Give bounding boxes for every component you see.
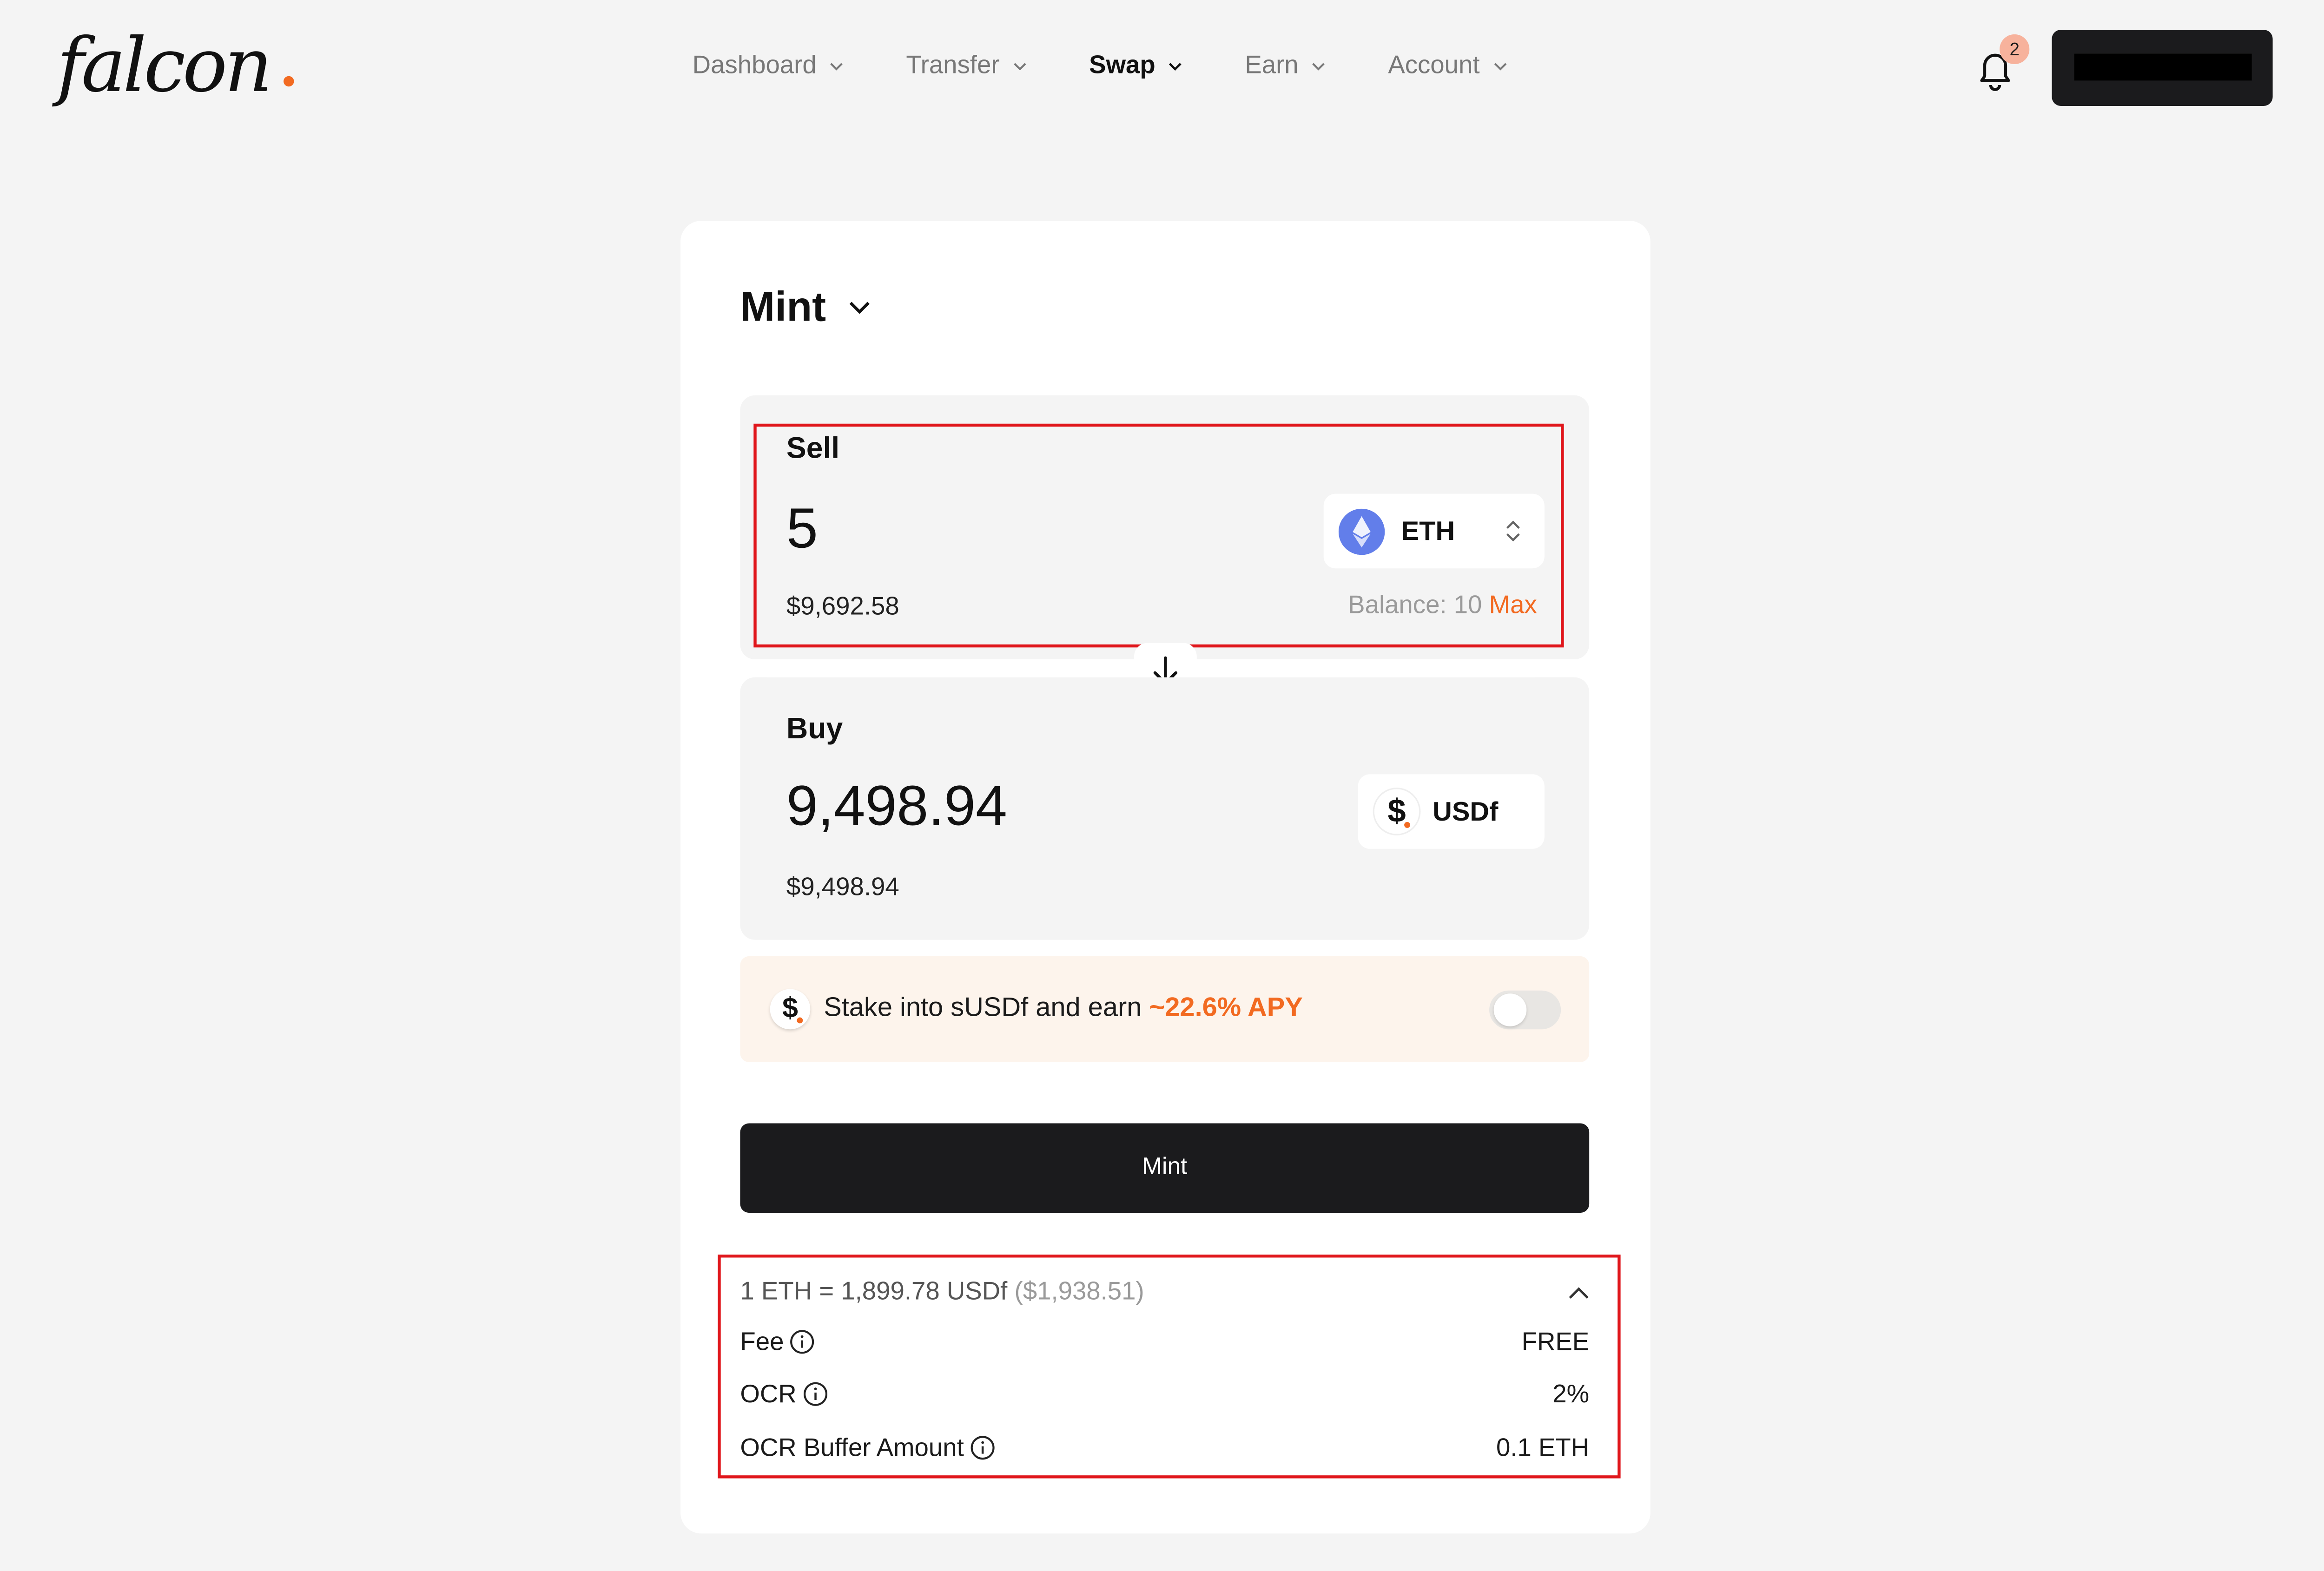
- buy-token-name: USDf: [1433, 796, 1499, 827]
- stake-apy: ~22.6% APY: [1149, 992, 1303, 1022]
- buy-token-selector[interactable]: $ USDf: [1358, 774, 1545, 849]
- details-highlight-box: [718, 1255, 1621, 1479]
- nav-item-dashboard[interactable]: Dashboard: [693, 51, 845, 80]
- buy-amount: 9,498.94: [786, 776, 1007, 839]
- mode-title: Mint: [740, 283, 826, 330]
- chevron-down-icon: [1312, 62, 1325, 70]
- chevron-down-icon: [1169, 62, 1182, 70]
- stake-text: Stake into sUSDf and earn ~22.6% APY: [824, 992, 1303, 1023]
- nav-item-label: Account: [1388, 51, 1480, 79]
- nav-item-earn[interactable]: Earn: [1245, 51, 1327, 80]
- buy-label: Buy: [786, 713, 843, 746]
- susdf-icon: $: [770, 989, 811, 1030]
- wallet-address-redacted: [2074, 53, 2252, 81]
- notification-badge: 2: [2000, 34, 2030, 65]
- buy-usd-value: $9,498.94: [786, 873, 899, 901]
- chevron-down-icon: [1493, 62, 1506, 70]
- falcon-logo[interactable]: falcon: [57, 12, 272, 119]
- sell-highlight-box: [753, 423, 1564, 648]
- chevron-down-icon: [1013, 62, 1026, 70]
- stake-label: Stake into sUSDf and earn: [824, 992, 1142, 1022]
- nav-item-label: Earn: [1245, 51, 1299, 79]
- nav-item-transfer[interactable]: Transfer: [906, 51, 1028, 80]
- stake-toggle-knob: [1493, 993, 1527, 1026]
- nav-item-label: Swap: [1089, 51, 1155, 79]
- nav-item-label: Dashboard: [692, 51, 817, 79]
- mint-button[interactable]: Mint: [740, 1123, 1590, 1213]
- nav-item-swap[interactable]: Swap: [1089, 51, 1184, 80]
- mode-selector[interactable]: Mint: [740, 283, 871, 331]
- usdf-icon: $: [1374, 789, 1419, 834]
- main-nav: Dashboard Transfer Swap Earn Account: [693, 39, 1508, 92]
- nav-item-account[interactable]: Account: [1388, 51, 1508, 80]
- nav-item-label: Transfer: [906, 51, 1000, 79]
- chevron-down-icon: [830, 62, 843, 70]
- logo-accent-dot: [283, 76, 294, 87]
- chevron-down-icon: [849, 302, 869, 314]
